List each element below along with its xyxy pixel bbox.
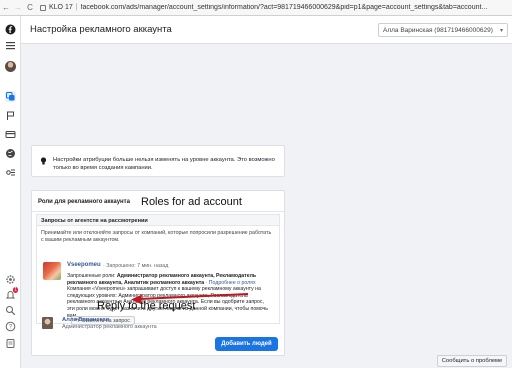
report-problem-button[interactable]: Сообщить о проблеме [437, 355, 507, 367]
address-bar[interactable]: KLO 17 | facebook.com/ads/manager/accoun… [40, 4, 501, 11]
annotation-reply: Reply to the request [97, 300, 196, 312]
back-icon[interactable]: ← [0, 3, 12, 12]
ad-account-roles-card: Роли для рекламного аккаунта Запросы от … [31, 190, 285, 356]
lightbulb-icon [40, 157, 47, 165]
company-name-link[interactable]: Vseepomeu [67, 262, 101, 268]
ads-manager-icon[interactable] [5, 91, 16, 102]
divider [32, 211, 284, 212]
forward-icon[interactable]: → [12, 3, 24, 12]
lock-icon [40, 4, 46, 11]
reload-icon[interactable]: C [24, 3, 36, 12]
flag-icon[interactable] [5, 110, 16, 121]
billing-card-icon[interactable] [5, 129, 16, 140]
attribution-notice: Настройки атрибуции больше нельзя изменя… [31, 145, 285, 177]
top-header: Настройка рекламного аккаунта Алла Варин… [21, 16, 512, 44]
company-avatar [43, 262, 61, 280]
agency-requests-description: Принимайте или отклоняйте запросы от ком… [41, 230, 272, 243]
page-title: Настройка рекламного аккаунта [30, 24, 172, 35]
left-rail: 1 ? [0, 16, 21, 368]
menu-icon[interactable] [5, 40, 16, 51]
avatar[interactable] [5, 61, 16, 72]
user-name-link[interactable]: Алла Варинская [62, 317, 109, 323]
notification-badge: 1 [13, 287, 18, 293]
facebook-logo-icon[interactable] [5, 24, 16, 35]
add-people-button[interactable]: Добавить людей [215, 337, 278, 351]
chevron-down-icon: ▾ [499, 28, 503, 34]
search-icon[interactable] [5, 305, 16, 316]
tab-label: KLO 17 [49, 4, 73, 11]
learn-about-roles-link[interactable]: · Подробнее о ролях [204, 280, 256, 286]
url-separator: | [75, 4, 78, 11]
annotation-roles: Roles for ad account [141, 196, 242, 208]
agency-requests-header: Запросы от агентств на рассмотрении [37, 215, 279, 226]
user-role: Администратор рекламного аккаунта [62, 324, 157, 330]
roles-title: Роли для рекламного аккаунта [38, 199, 130, 205]
browser-bar: ← → C KLO 17 | facebook.com/ads/manager/… [0, 0, 512, 16]
request-time: · Запрошено: 7 мин. назад [103, 262, 169, 269]
account-selector-label: Алла Варинская (981719466000629) [383, 27, 493, 34]
account-selector[interactable]: Алла Варинская (981719466000629) ▾ [378, 23, 508, 37]
report-icon[interactable] [5, 338, 16, 349]
svg-text:?: ? [9, 325, 13, 331]
settings-icon[interactable] [5, 274, 16, 285]
attribution-notice-text: Настройки атрибуции больше нельзя изменя… [53, 157, 275, 171]
globe-icon[interactable] [5, 148, 16, 159]
events-icon[interactable] [5, 167, 16, 178]
request-details: Запрошенные роли: Администратор рекламно… [67, 273, 273, 319]
help-icon[interactable]: ? [5, 321, 16, 332]
user-avatar [42, 317, 53, 329]
user-avatar-image [5, 61, 16, 72]
requested-roles-prefix: Запрошенные роли: [67, 273, 117, 279]
notifications-icon[interactable]: 1 [5, 287, 18, 300]
url-text[interactable]: facebook.com/ads/manager/account_setting… [81, 4, 501, 11]
